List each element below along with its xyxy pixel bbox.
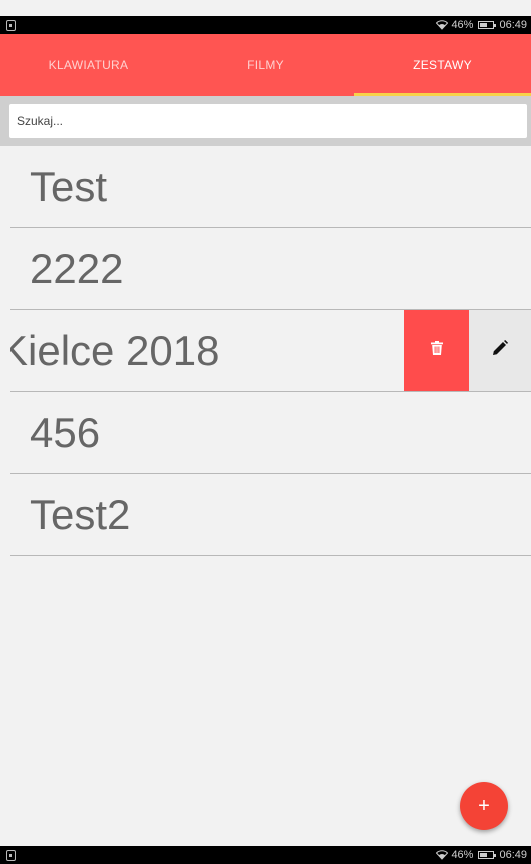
tab-klawiatura[interactable]: KLAWIATURA [0, 34, 177, 96]
notification-icon [6, 849, 16, 861]
list-item-label: Test2 [30, 490, 131, 538]
wifi-icon [436, 20, 449, 30]
search-input[interactable] [9, 104, 527, 138]
tab-zestawy[interactable]: ZESTAWY [354, 34, 531, 96]
list-item[interactable]: Test [10, 146, 531, 228]
list-item[interactable]: 2222 [10, 228, 531, 310]
battery-icon [478, 851, 497, 859]
list-item-label: Kielce 2018 [10, 326, 220, 374]
trash-icon [430, 341, 443, 360]
clock: 06:49 [499, 19, 527, 31]
list-item[interactable]: Test2 [10, 474, 531, 556]
pencil-icon [492, 340, 508, 361]
top-margin [0, 0, 531, 16]
list-item-swiped[interactable]: Kielce 2018 [10, 310, 531, 392]
tab-bar: KLAWIATURA FILMY ZESTAWY [0, 34, 531, 96]
wifi-icon [436, 850, 449, 860]
list-item[interactable]: 456 [10, 392, 531, 474]
search-bar [0, 96, 531, 146]
list-item-label: Test [30, 162, 108, 210]
edit-button[interactable] [469, 310, 531, 391]
list-item-label: 2222 [30, 244, 124, 292]
set-list: Test 2222 Kielce 2018 456 Test2 [10, 146, 531, 556]
notification-icon [6, 19, 16, 31]
status-indicators: 46% 06:49 [436, 849, 527, 861]
delete-button[interactable] [404, 310, 469, 391]
list-item-label: 456 [30, 408, 101, 456]
add-button[interactable]: + [460, 782, 508, 830]
status-indicators: 46% 06:49 [436, 19, 527, 31]
status-bar-bottom: 46% 06:49 [0, 846, 531, 864]
clock: 06:49 [499, 849, 527, 861]
plus-icon: + [478, 794, 490, 817]
battery-percent: 46% [451, 849, 474, 861]
tab-filmy[interactable]: FILMY [177, 34, 354, 96]
status-bar-top: 46% 06:49 [0, 16, 531, 34]
battery-percent: 46% [451, 19, 474, 31]
battery-icon [478, 21, 497, 29]
